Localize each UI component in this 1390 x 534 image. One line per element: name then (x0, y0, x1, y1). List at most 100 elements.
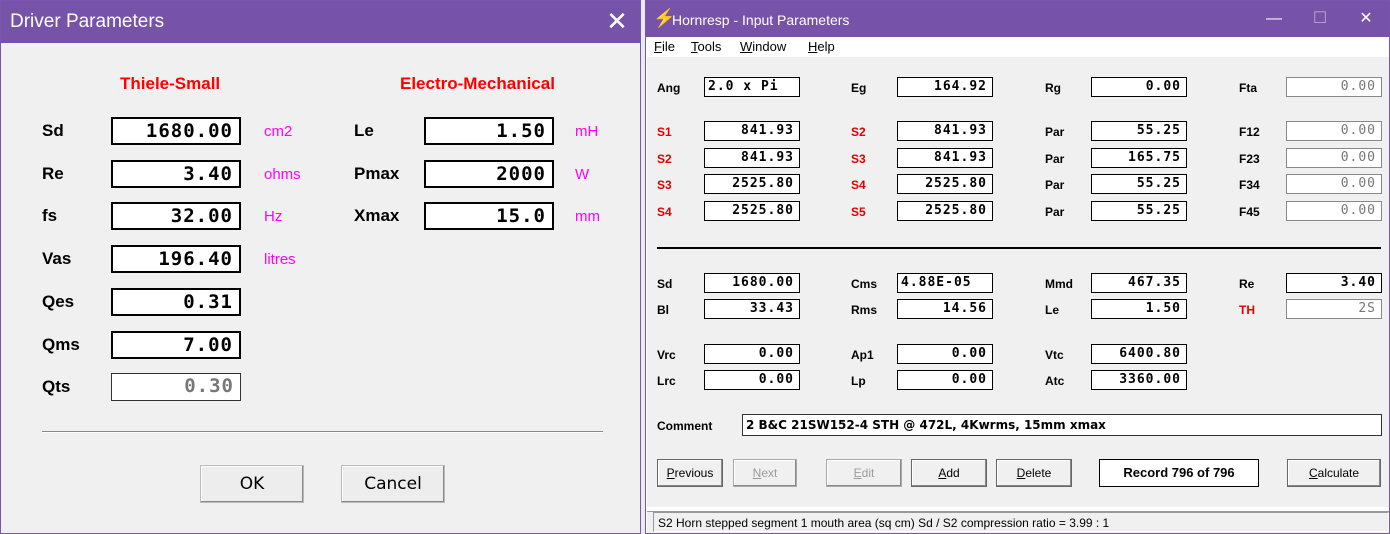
re-field[interactable]: 3.40 (111, 160, 241, 188)
par-field[interactable]: 55.25 (1091, 174, 1187, 194)
maximize-icon[interactable]: ☐ (1297, 1, 1343, 37)
par-field[interactable]: 55.25 (1091, 121, 1187, 141)
par-label: Par (1045, 152, 1065, 166)
le-field[interactable]: 1.50 (1091, 299, 1187, 319)
eg-field[interactable]: 164.92 (897, 77, 993, 97)
bl-label: Bl (657, 303, 669, 317)
section-divider (657, 247, 1381, 249)
qes-field[interactable]: 0.31 (111, 288, 241, 316)
rms-label: Rms (851, 303, 878, 317)
hornresp-window: ⚡ Hornresp - Input Parameters — ☐ ✕ File… (645, 0, 1390, 534)
qms-field[interactable]: 7.00 (111, 331, 241, 359)
sd-label: Sd (42, 121, 64, 140)
close-icon[interactable]: ✕ (594, 1, 640, 43)
rms-field[interactable]: 14.56 (897, 299, 993, 319)
menu-window[interactable]: Window (740, 37, 786, 57)
pmax-field[interactable]: 2000 (424, 160, 554, 188)
electro-mechanical-heading: Electro-Mechanical (400, 74, 555, 93)
lightning-bolt-icon: ⚡ (653, 8, 676, 28)
comment-field[interactable]: 2 B&C 21SW152-4 STH @ 472L, 4Kwrms, 15mm… (742, 414, 1382, 436)
flare-label: F34 (1239, 178, 1260, 192)
thiele-small-heading: Thiele-Small (120, 74, 221, 93)
fs-field[interactable]: 32.00 (111, 202, 241, 230)
add-button[interactable]: Add (911, 459, 987, 487)
close-icon[interactable]: ✕ (1343, 1, 1389, 37)
lp-field[interactable]: 0.00 (897, 370, 993, 390)
re-field[interactable]: 3.40 (1286, 273, 1382, 293)
rg-label: Rg (1045, 81, 1061, 95)
ok-button[interactable]: OK (200, 465, 304, 503)
par-label: Par (1045, 178, 1065, 192)
flare-label: F45 (1239, 205, 1260, 219)
xmax-field[interactable]: 15.0 (424, 202, 554, 230)
menu-help[interactable]: Help (808, 37, 835, 57)
segment-label: S4 (657, 205, 672, 219)
vas-label: Vas (42, 249, 72, 268)
vtc-field[interactable]: 6400.80 (1091, 344, 1187, 364)
window-title: Hornresp - Input Parameters (672, 12, 850, 28)
par-field[interactable]: 165.75 (1091, 148, 1187, 168)
atc-label: Atc (1045, 374, 1065, 388)
input-parameters-panel: Ang 2.0 x Pi Eg 164.92 Rg 0.00 Fta 0.00 … (647, 57, 1389, 507)
cancel-button[interactable]: Cancel (341, 465, 445, 503)
vtc-label: Vtc (1045, 348, 1064, 362)
le-label: Le (1045, 303, 1060, 317)
menu-file[interactable]: File (654, 37, 675, 57)
pmax-unit: W (575, 166, 590, 183)
dialog-titlebar: Driver Parameters ✕ (1, 1, 640, 43)
mmd-label: Mmd (1045, 277, 1073, 291)
vrc-field[interactable]: 0.00 (704, 344, 800, 364)
vas-field[interactable]: 196.40 (111, 245, 241, 273)
atc-field[interactable]: 3360.00 (1091, 370, 1187, 390)
previous-button[interactable]: Previous (657, 459, 723, 487)
ap1-field[interactable]: 0.00 (897, 344, 993, 364)
sd-field[interactable]: 1680.00 (704, 273, 800, 293)
cms-field[interactable]: 4.88E-05 (897, 273, 993, 293)
lrc-label: Lrc (657, 374, 676, 388)
dialog-title: Driver Parameters (10, 11, 165, 32)
segment-label: S4 (851, 178, 866, 192)
th-field: 2S (1286, 299, 1382, 319)
sd-unit: cm2 (264, 123, 293, 140)
segment-field[interactable]: 2525.80 (704, 174, 800, 194)
le-field[interactable]: 1.50 (424, 117, 554, 145)
segment-label: S3 (657, 178, 672, 192)
par-label: Par (1045, 125, 1065, 139)
th-label: TH (1239, 303, 1255, 317)
segment-field[interactable]: 2525.80 (897, 201, 993, 221)
segment-field[interactable]: 2525.80 (897, 174, 993, 194)
segment-field[interactable]: 841.93 (897, 121, 993, 141)
qts-label: Qts (42, 377, 71, 396)
par-field[interactable]: 55.25 (1091, 201, 1187, 221)
ang-field[interactable]: 2.0 x Pi (704, 77, 800, 97)
par-label: Par (1045, 205, 1065, 219)
segment-field[interactable]: 841.93 (704, 148, 800, 168)
flare-label: F23 (1239, 152, 1260, 166)
re-unit: ohms (264, 166, 301, 183)
minimize-icon[interactable]: — (1251, 1, 1297, 37)
mmd-field[interactable]: 467.35 (1091, 273, 1187, 293)
edit-button[interactable]: Edit (826, 459, 902, 487)
flare-field: 0.00 (1286, 148, 1382, 168)
menu-tools[interactable]: Tools (691, 37, 721, 57)
segment-field[interactable]: 841.93 (704, 121, 800, 141)
lrc-field[interactable]: 0.00 (704, 370, 800, 390)
flare-label: F12 (1239, 125, 1260, 139)
dialog-body: Thiele-Small Electro-Mechanical Sd 1680.… (2, 43, 639, 525)
qms-label: Qms (42, 335, 80, 354)
rg-field[interactable]: 0.00 (1091, 77, 1187, 97)
fs-unit: Hz (264, 208, 283, 225)
le-unit: mH (575, 123, 599, 140)
delete-button[interactable]: Delete (996, 459, 1072, 487)
lp-label: Lp (851, 374, 866, 388)
segment-field[interactable]: 841.93 (897, 148, 993, 168)
sd-field[interactable]: 1680.00 (111, 117, 241, 145)
calculate-button[interactable]: Calculate (1287, 459, 1381, 487)
status-text: S2 Horn stepped segment 1 mouth area (sq… (653, 512, 1389, 532)
record-indicator: Record 796 of 796 (1099, 459, 1259, 487)
fta-label: Fta (1239, 81, 1257, 95)
next-button[interactable]: Next (733, 459, 797, 487)
segment-field[interactable]: 2525.80 (704, 201, 800, 221)
fs-label: fs (42, 206, 58, 225)
bl-field[interactable]: 33.43 (704, 299, 800, 319)
